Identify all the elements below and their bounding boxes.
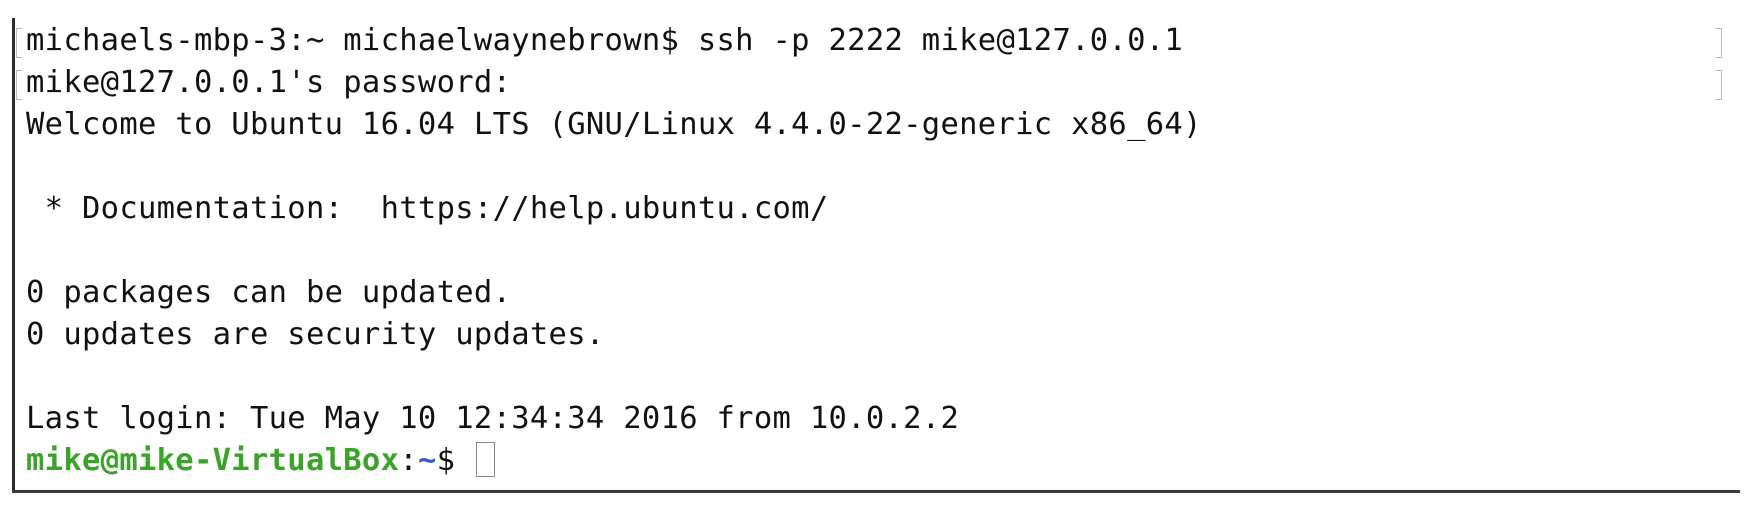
prompt-separator: : xyxy=(399,443,418,478)
terminal-output[interactable]: michaels-mbp-3:~ michaelwaynebrown$ ssh … xyxy=(26,20,1202,482)
line-mark-bracket-left xyxy=(16,28,22,58)
line-mark-bracket-right xyxy=(1715,28,1722,58)
line-mark-bracket-left xyxy=(16,70,22,100)
terminal-bottom-border xyxy=(12,490,1740,493)
terminal-line: * Documentation: https://help.ubuntu.com… xyxy=(26,191,829,226)
terminal-line: mike@127.0.0.1's password: xyxy=(26,65,512,100)
terminal-line: 0 packages can be updated. xyxy=(26,275,512,310)
shell-prompt-line[interactable]: mike@mike-VirtualBox:~$ xyxy=(26,440,1202,482)
prompt-user-host: mike@mike-VirtualBox xyxy=(26,443,400,478)
terminal-line: 0 updates are security updates. xyxy=(26,317,605,352)
terminal-line: Welcome to Ubuntu 16.04 LTS (GNU/Linux 4… xyxy=(26,107,1202,142)
prompt-symbol: $ xyxy=(436,443,474,478)
terminal-line: Last login: Tue May 10 12:34:34 2016 fro… xyxy=(26,401,960,436)
text-cursor[interactable] xyxy=(475,442,495,477)
prompt-path: ~ xyxy=(417,443,437,478)
terminal-left-border xyxy=(12,18,15,492)
line-mark-bracket-right xyxy=(1715,70,1722,100)
terminal-line: michaels-mbp-3:~ michaelwaynebrown$ ssh … xyxy=(26,23,1184,58)
terminal-window[interactable]: michaels-mbp-3:~ michaelwaynebrown$ ssh … xyxy=(0,0,1746,510)
